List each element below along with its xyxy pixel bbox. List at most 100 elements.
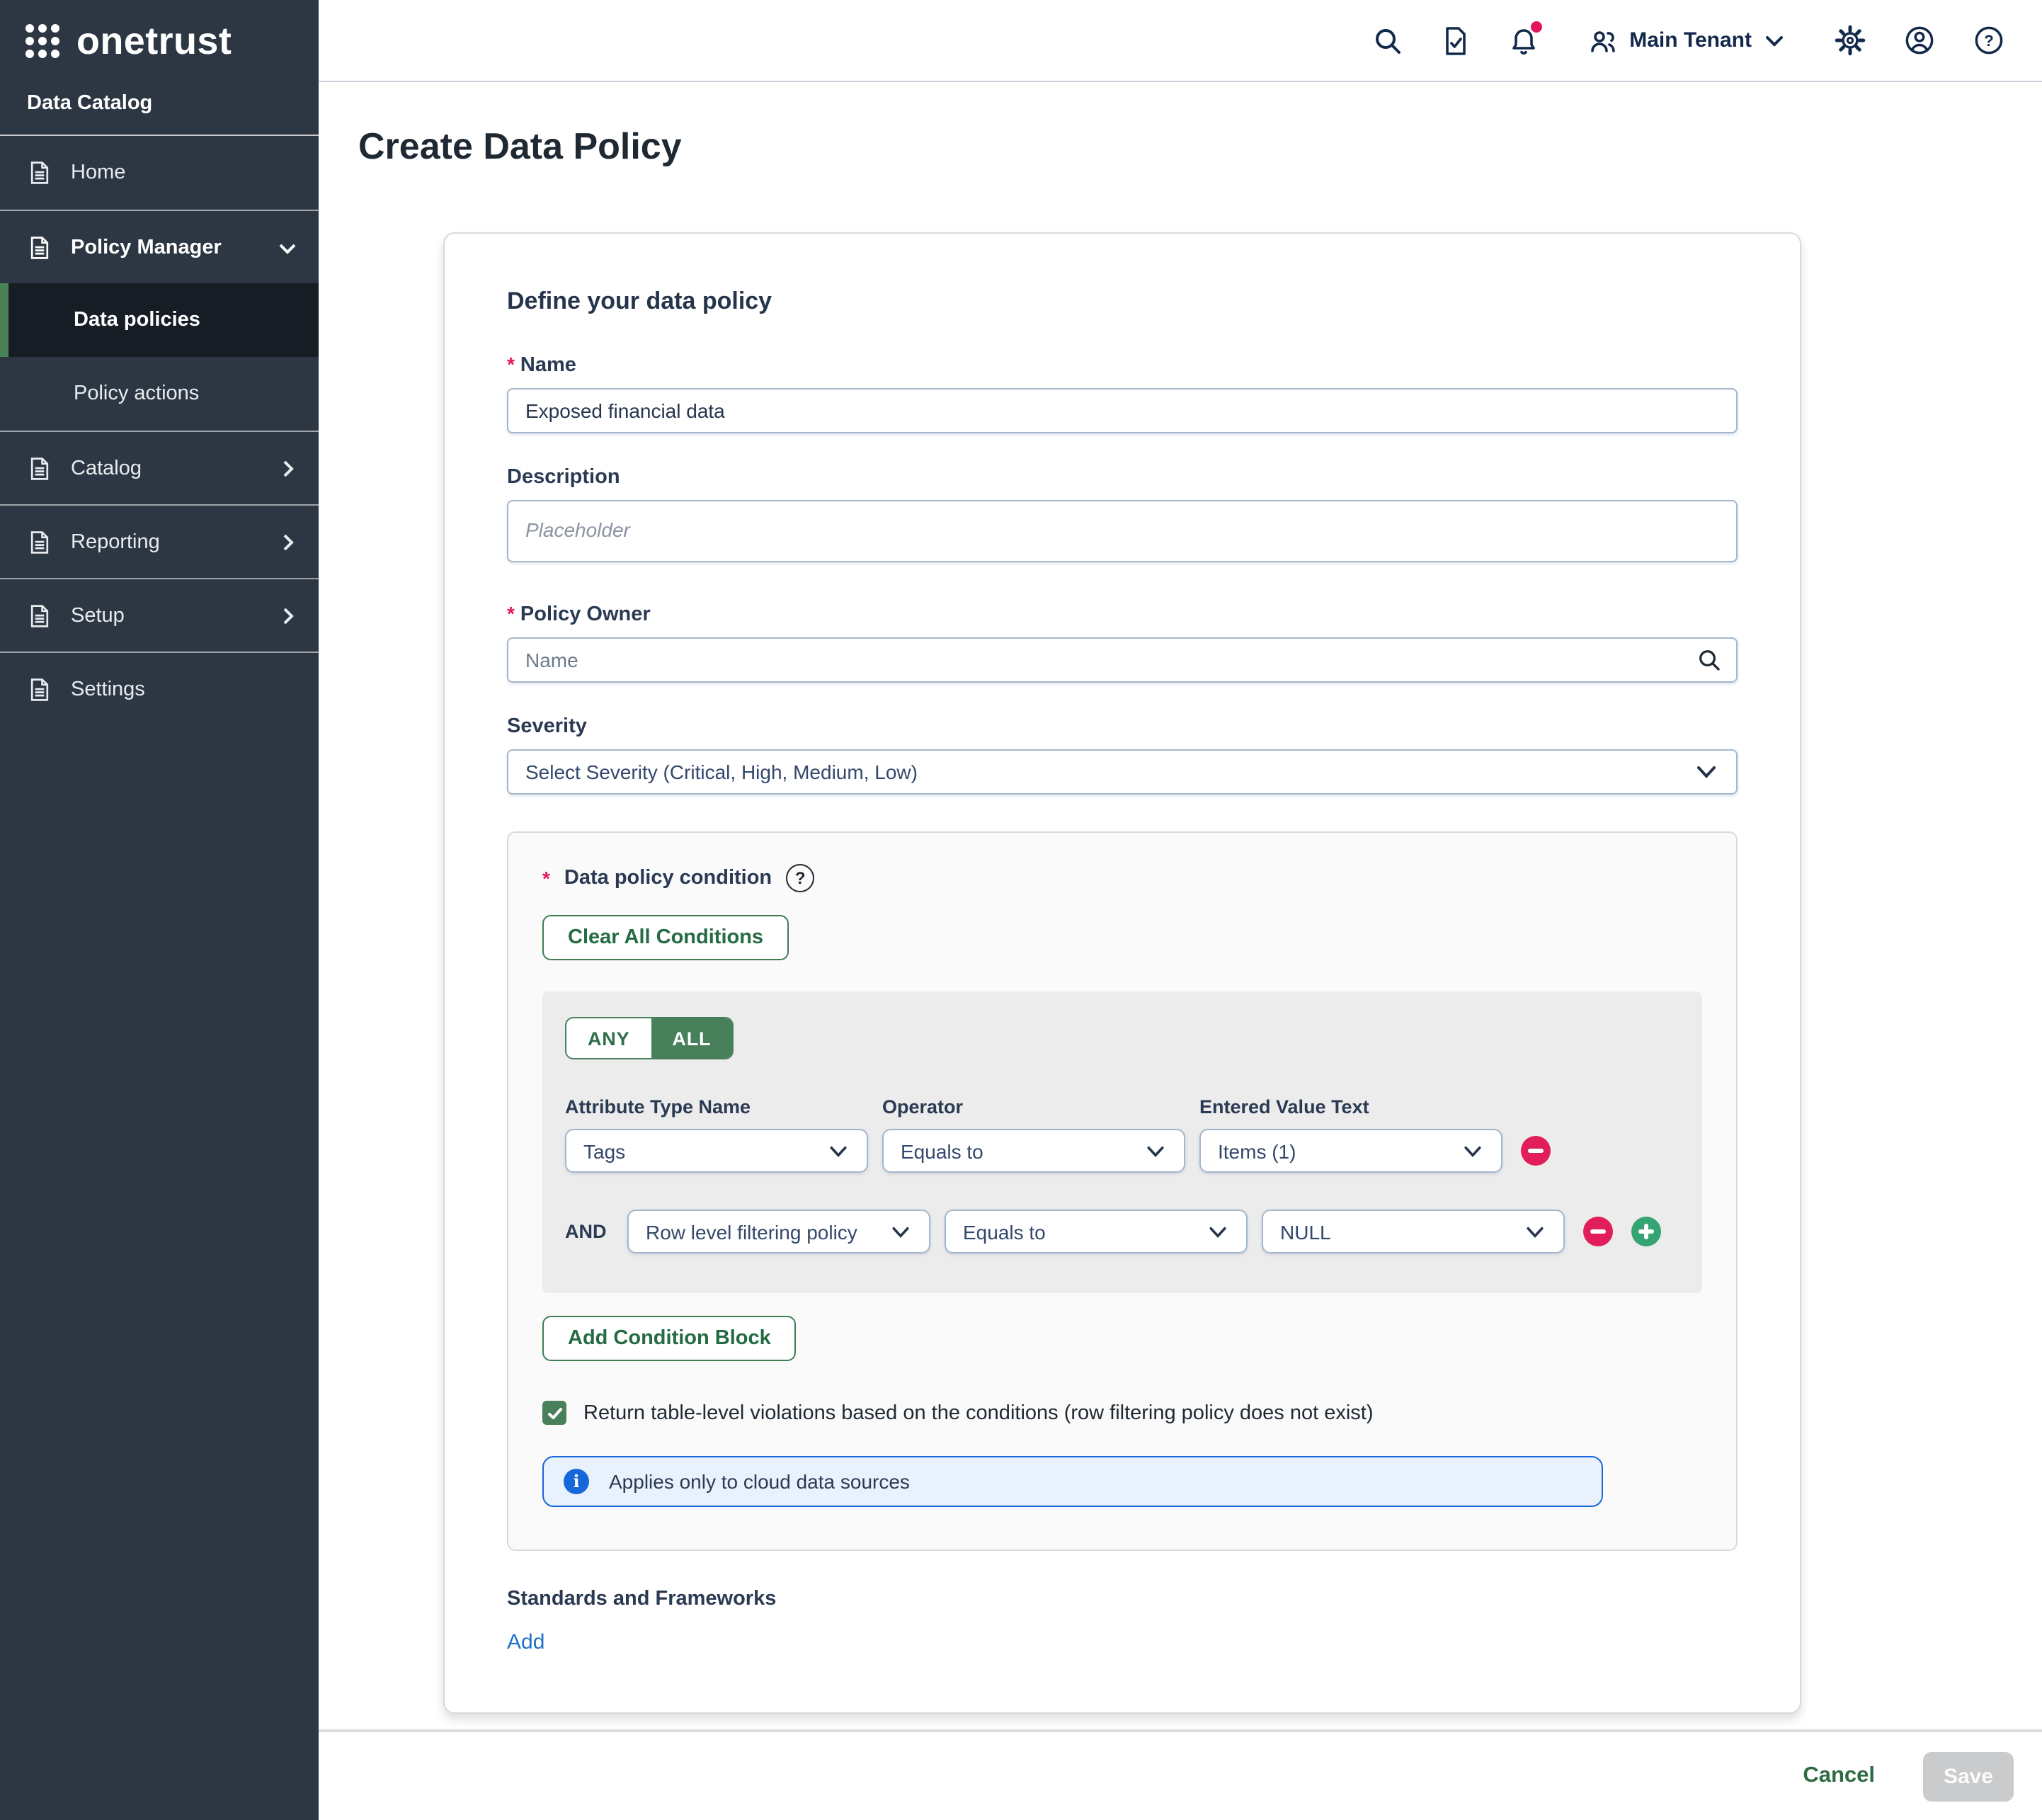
condition-row: Tags Equals to Items (1) <box>565 1129 1674 1173</box>
required-asterisk: * <box>507 602 515 625</box>
sidebar-item-label: Reporting <box>71 530 258 553</box>
svg-text:?: ? <box>1984 32 1993 50</box>
table-violations-label: Return table-level violations based on t… <box>583 1401 1374 1424</box>
add-condition-block-button[interactable]: Add Condition Block <box>542 1316 797 1361</box>
policy-form-card: Define your data policy * Name Descripti… <box>443 232 1801 1714</box>
sidebar-item-policy-manager[interactable]: Policy Manager <box>0 210 319 283</box>
remove-condition-icon[interactable] <box>1521 1136 1551 1166</box>
add-condition-icon[interactable] <box>1631 1217 1661 1246</box>
toggle-any[interactable]: ANY <box>566 1018 651 1058</box>
page-title: Create Data Policy <box>358 125 2042 169</box>
sidebar-item-label: Settings <box>71 678 299 700</box>
tasks-file-check-icon[interactable] <box>1439 25 1471 56</box>
chevron-down-icon <box>1763 29 1786 52</box>
toggle-all[interactable]: ALL <box>651 1018 732 1058</box>
chevron-down-icon <box>1207 1220 1229 1243</box>
column-operator: Operator <box>882 1096 1185 1117</box>
logo: onetrust <box>0 0 319 72</box>
card-heading: Define your data policy <box>507 288 1738 316</box>
clear-all-conditions-button[interactable]: Clear All Conditions <box>542 915 789 960</box>
sidebar: onetrust Data Catalog Home Policy Manage… <box>0 0 319 1820</box>
sidebar-item-label: Policy Manager <box>71 236 258 258</box>
document-icon <box>27 160 52 186</box>
name-label: * Name <box>507 353 1738 377</box>
severity-label: Severity <box>507 715 1738 738</box>
required-asterisk: * <box>542 867 550 889</box>
document-icon <box>27 603 52 628</box>
join-operator-label: AND <box>565 1221 613 1242</box>
policy-owner-label: * Policy Owner <box>507 602 1738 626</box>
policy-owner-field-group: * Policy Owner <box>507 602 1738 683</box>
sidebar-item-data-policies[interactable]: Data policies <box>0 283 319 357</box>
document-icon <box>27 529 52 554</box>
sidebar-item-label: Setup <box>71 604 258 627</box>
operator-select[interactable]: Equals to <box>882 1129 1185 1173</box>
condition-block: ANY ALL Attribute Type Name Operator Ent… <box>542 991 1702 1293</box>
tenant-label: Main Tenant <box>1629 28 1752 52</box>
sidebar-item-label: Home <box>71 161 299 184</box>
attribute-select[interactable]: Row level filtering policy <box>627 1210 930 1253</box>
sidebar-item-label: Data policies <box>74 309 200 331</box>
attribute-select[interactable]: Tags <box>565 1129 868 1173</box>
chevron-down-icon <box>889 1220 912 1243</box>
main-area: Main Tenant <box>319 0 2042 1820</box>
description-label: Description <box>507 466 1738 489</box>
remove-condition-icon[interactable] <box>1583 1217 1613 1246</box>
column-attribute-type: Attribute Type Name <box>565 1096 868 1117</box>
chevron-down-icon <box>1524 1220 1546 1243</box>
document-icon <box>27 455 52 481</box>
search-icon[interactable] <box>1696 647 1722 673</box>
condition-row: AND Row level filtering policy Equals to… <box>565 1210 1674 1253</box>
create-data-policy-screen: onetrust Data Catalog Home Policy Manage… <box>0 0 2042 1820</box>
chevron-down-icon <box>1694 759 1719 785</box>
table-violations-option: Return table-level violations based on t… <box>542 1401 1702 1425</box>
top-header: Main Tenant <box>319 0 2042 82</box>
notifications-bell-icon[interactable] <box>1507 25 1539 56</box>
required-asterisk: * <box>507 353 515 375</box>
gear-icon[interactable] <box>1834 24 1866 57</box>
info-banner-text: Applies only to cloud data sources <box>609 1470 910 1493</box>
policy-owner-input[interactable] <box>507 637 1738 683</box>
save-button[interactable]: Save <box>1923 1751 2014 1801</box>
tenant-switcher[interactable]: Main Tenant <box>1587 25 1786 56</box>
sidebar-item-setup[interactable]: Setup <box>0 578 319 652</box>
value-select[interactable]: Items (1) <box>1199 1129 1502 1173</box>
search-icon[interactable] <box>1371 25 1403 56</box>
people-icon <box>1587 25 1618 56</box>
chevron-down-icon <box>1144 1139 1167 1162</box>
severity-select[interactable]: Select Severity (Critical, High, Medium,… <box>507 749 1738 795</box>
chevron-down-icon <box>827 1139 850 1162</box>
account-user-icon[interactable] <box>1903 24 1936 57</box>
chevron-right-icon <box>276 457 299 479</box>
help-icon[interactable]: ? <box>786 864 814 892</box>
operator-select[interactable]: Equals to <box>945 1210 1248 1253</box>
any-all-toggle: ANY ALL <box>565 1017 734 1059</box>
logo-text: onetrust <box>76 20 232 64</box>
help-icon[interactable]: ? <box>1973 24 2005 57</box>
app-name: Data Catalog <box>0 72 319 136</box>
condition-column-headers: Attribute Type Name Operator Entered Val… <box>565 1096 1674 1117</box>
sidebar-item-settings[interactable]: Settings <box>0 652 319 725</box>
description-input[interactable] <box>507 500 1738 562</box>
chevron-down-icon <box>276 236 299 258</box>
column-entered-value: Entered Value Text <box>1199 1096 1502 1117</box>
severity-select-value: Select Severity (Critical, High, Medium,… <box>525 761 918 783</box>
standards-frameworks-label: Standards and Frameworks <box>507 1588 1738 1610</box>
chevron-down-icon <box>1461 1139 1484 1162</box>
footer-action-bar: Cancel Save <box>319 1729 2042 1820</box>
sidebar-item-reporting[interactable]: Reporting <box>0 504 319 578</box>
sidebar-item-policy-actions[interactable]: Policy actions <box>0 357 319 431</box>
table-violations-checkbox[interactable] <box>542 1401 566 1425</box>
sidebar-item-home[interactable]: Home <box>0 136 319 210</box>
sidebar-item-catalog[interactable]: Catalog <box>0 431 319 504</box>
name-input[interactable] <box>507 388 1738 433</box>
value-select[interactable]: NULL <box>1262 1210 1565 1253</box>
severity-field-group: Severity Select Severity (Critical, High… <box>507 715 1738 795</box>
name-field-group: * Name <box>507 353 1738 433</box>
onetrust-dots-icon <box>25 23 62 60</box>
info-icon: i <box>564 1469 589 1494</box>
add-standards-link[interactable]: Add <box>507 1630 544 1654</box>
cancel-button[interactable]: Cancel <box>1803 1763 1875 1789</box>
document-icon <box>27 676 52 702</box>
sidebar-item-label: Policy actions <box>74 382 199 405</box>
